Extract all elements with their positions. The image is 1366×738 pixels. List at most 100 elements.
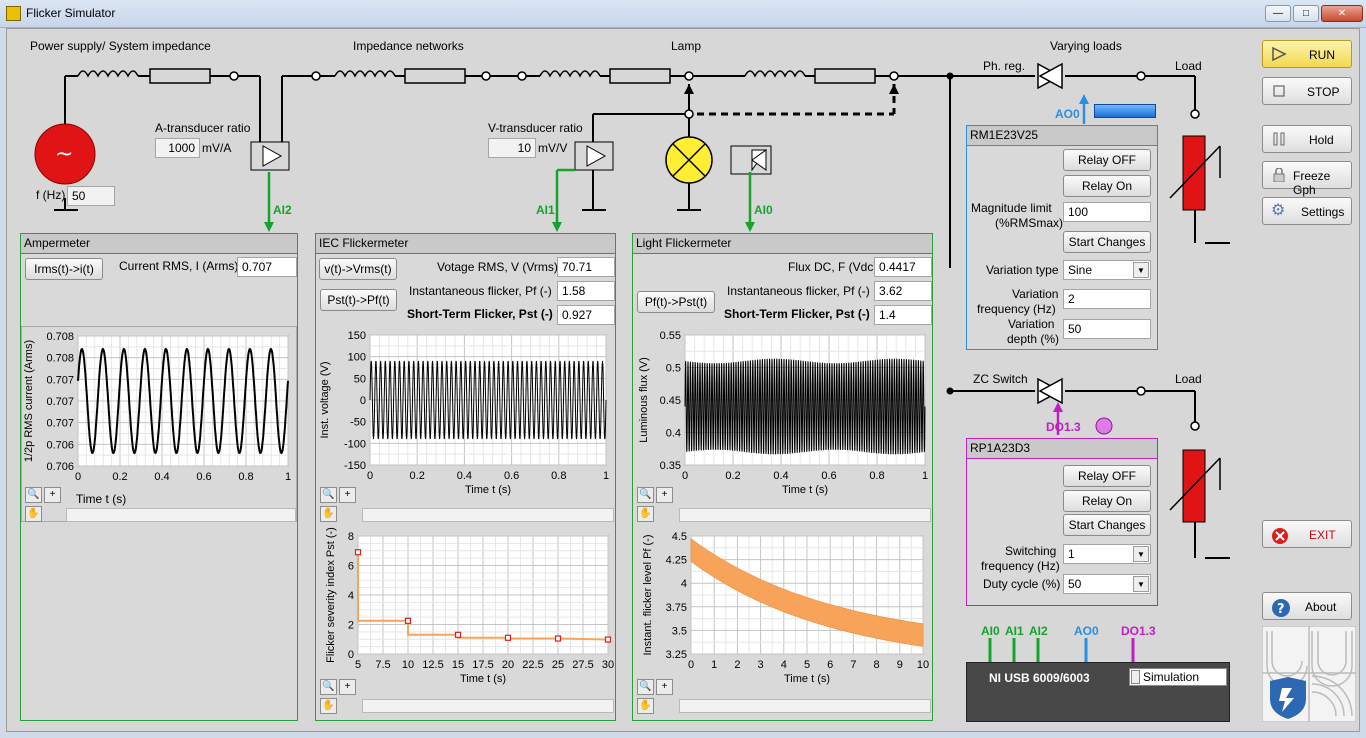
- variation-type-select[interactable]: Sine ▼: [1063, 260, 1151, 280]
- v-transducer-input[interactable]: 10: [488, 138, 536, 158]
- x-tick-label: 0.2: [725, 470, 740, 482]
- y-tick-label: 6: [348, 561, 354, 573]
- load-label-1: Load: [1175, 59, 1202, 73]
- pan-hand-icon[interactable]: ✋: [320, 506, 337, 522]
- rm-title: RM1E23V25: [967, 126, 1157, 146]
- impedance-networks-label: Impedance networks: [353, 39, 464, 53]
- stop-button[interactable]: STOP: [1262, 77, 1352, 105]
- vrms-value: 70.71: [557, 257, 615, 277]
- pst-data-point: [354, 549, 362, 556]
- x-tick-label: 17.5: [472, 659, 493, 671]
- pan-hand-icon[interactable]: ✋: [637, 698, 654, 714]
- exit-x-icon: [1271, 527, 1288, 544]
- y-tick-label: 0.707: [46, 374, 74, 386]
- y-tick-label: 0.706: [46, 461, 74, 473]
- x-tick-label: 1: [922, 470, 928, 482]
- x-tick-label: 15: [452, 659, 464, 671]
- v-to-vrms-button[interactable]: v(t)->Vrms(t): [319, 258, 397, 280]
- x-axis-label: Time t (s): [782, 484, 828, 496]
- x-tick-label: 5: [804, 659, 810, 671]
- zoom-icon[interactable]: 🔍: [320, 487, 337, 503]
- daq-mode-select[interactable]: Simulation: [1129, 668, 1227, 686]
- ai0-label: AI0: [754, 203, 773, 217]
- irms-to-i-button[interactable]: Irms(t)->i(t): [25, 258, 103, 280]
- rp-start-changes-button[interactable]: Start Changes: [1063, 514, 1151, 536]
- y-tick-label: 4.25: [666, 555, 687, 567]
- voltage-chart-scrollbar[interactable]: [362, 508, 614, 522]
- variation-frequency-input[interactable]: 2: [1063, 289, 1151, 309]
- variation-depth-input[interactable]: 50: [1063, 319, 1151, 339]
- flux-series-line: [684, 358, 926, 455]
- x-tick-label: 0: [367, 470, 373, 482]
- pst-chart-scrollbar[interactable]: [362, 699, 614, 713]
- pf-to-pst-button[interactable]: Pf(t)->Pst(t): [637, 291, 715, 313]
- y-tick-label: 4.5: [672, 531, 687, 543]
- current-rms-label: Current RMS, I (Arms): [119, 259, 239, 273]
- variation-type-label: Variation type: [986, 263, 1059, 277]
- ai-signal-arrows: [264, 168, 755, 232]
- lamp-label: Lamp: [671, 39, 702, 53]
- variation-depth-label: Variation: [1008, 317, 1055, 331]
- x-tick-label: 2: [734, 659, 740, 671]
- flux-chart-scrollbar[interactable]: [679, 508, 931, 522]
- plus-icon[interactable]: +: [44, 487, 61, 503]
- pan-hand-icon[interactable]: ✋: [320, 698, 337, 714]
- zoom-icon[interactable]: 🔍: [25, 487, 42, 503]
- minimize-button[interactable]: —: [1265, 5, 1291, 22]
- y-axis-label: Instant. flicker level Pf (-): [642, 534, 654, 655]
- hold-button[interactable]: Hold: [1262, 125, 1352, 153]
- y-tick-label: 150: [348, 330, 366, 342]
- x-tick-label: 0: [688, 659, 694, 671]
- pan-hand-icon[interactable]: ✋: [25, 506, 42, 522]
- pan-hand-icon[interactable]: ✋: [637, 506, 654, 522]
- x-tick-label: 12.5: [422, 659, 443, 671]
- current-chart-scrollbar[interactable]: [66, 508, 296, 522]
- rm-start-changes-button[interactable]: Start Changes: [1063, 231, 1151, 253]
- settings-button[interactable]: ⚙ Settings: [1262, 197, 1352, 225]
- rm-relay-off-button[interactable]: Relay OFF: [1063, 149, 1151, 171]
- x-tick-label: 0.8: [238, 471, 253, 483]
- university-logo: [1262, 626, 1356, 722]
- pst-to-pf-button[interactable]: Pst(t)->Pf(t): [320, 289, 397, 311]
- x-tick-label: 10: [402, 659, 414, 671]
- rp-relay-off-button[interactable]: Relay OFF: [1063, 465, 1151, 487]
- zoom-icon[interactable]: 🔍: [637, 679, 654, 695]
- magnitude-limit-input[interactable]: 100: [1063, 202, 1151, 222]
- y-tick-label: 2: [348, 620, 354, 632]
- switching-frequency-select[interactable]: 1 ▼: [1063, 544, 1151, 564]
- rp-relay-on-button[interactable]: Relay On: [1063, 490, 1151, 512]
- plus-icon[interactable]: +: [656, 487, 673, 503]
- y-tick-label: 0: [360, 395, 366, 407]
- y-tick-label: 50: [354, 373, 366, 385]
- ai1-label: AI1: [536, 203, 555, 217]
- zoom-icon[interactable]: 🔍: [320, 679, 337, 695]
- close-button[interactable]: ✕: [1321, 5, 1363, 22]
- duty-cycle-select[interactable]: 50 ▼: [1063, 574, 1151, 594]
- zc-switch-label: ZC Switch: [973, 372, 1028, 386]
- exit-button[interactable]: EXIT: [1262, 520, 1352, 548]
- about-button[interactable]: ? About: [1262, 592, 1352, 620]
- x-tick-label: 5: [355, 659, 361, 671]
- title-bar: Flicker Simulator — □ ✕: [0, 0, 1366, 28]
- ao0-label: AO0: [1055, 107, 1080, 121]
- plus-icon[interactable]: +: [656, 679, 673, 695]
- x-tick-label: 10: [917, 659, 929, 671]
- plus-icon[interactable]: +: [339, 679, 356, 695]
- maximize-button[interactable]: □: [1293, 5, 1319, 22]
- a-transducer-input[interactable]: 1000: [155, 138, 200, 158]
- lock-icon: [1271, 167, 1287, 183]
- flux-chart: 0.55 0.5 0.45 0.4 0.350 0.2 0.4 0.6 0.8 1 Luminous…: [633, 326, 932, 506]
- rm-relay-on-button[interactable]: Relay On: [1063, 175, 1151, 197]
- plus-icon[interactable]: +: [339, 487, 356, 503]
- zoom-icon[interactable]: 🔍: [637, 487, 654, 503]
- svg-text:?: ?: [1277, 602, 1285, 617]
- y-tick-label: 0.35: [660, 460, 681, 472]
- y-tick-label: -50: [350, 417, 366, 429]
- iec-pst-value: 0.927: [557, 305, 615, 325]
- light-pst-value: 1.4: [874, 305, 932, 325]
- variation-depth-unit: depth (%): [1007, 332, 1060, 346]
- freeze-graph-button[interactable]: Freeze Gph: [1262, 161, 1352, 197]
- run-button[interactable]: RUN: [1262, 40, 1352, 68]
- a-transducer-label: A-transducer ratio: [155, 121, 251, 135]
- pf-chart-scrollbar[interactable]: [679, 699, 931, 713]
